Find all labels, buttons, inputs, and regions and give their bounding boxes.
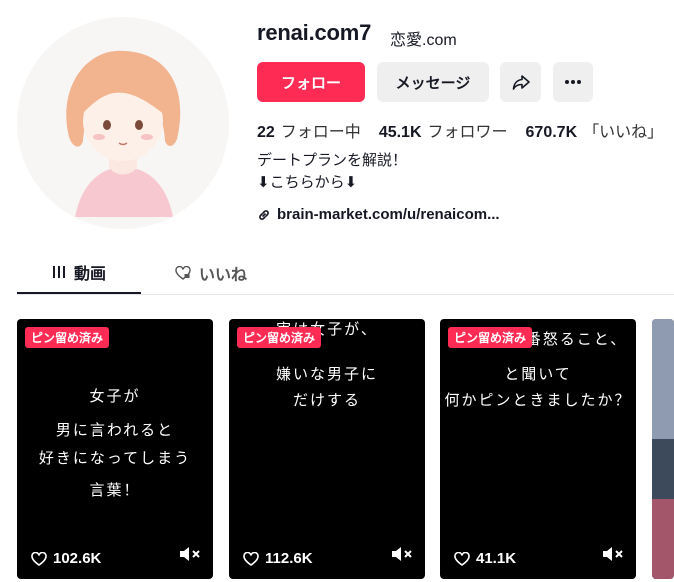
video-caption: 男に言われると: [55, 421, 175, 439]
more-options-button[interactable]: [553, 62, 593, 102]
mute-button[interactable]: [391, 546, 413, 567]
heart-icon: [31, 551, 47, 566]
tab-videos[interactable]: 動画: [17, 252, 141, 294]
heart-icon: [243, 551, 259, 566]
followers-count[interactable]: 45.1K フォロワー: [379, 118, 508, 142]
avatar[interactable]: [17, 17, 229, 229]
nickname: 恋愛.com: [390, 32, 457, 49]
video-likes: 112.6K: [243, 550, 313, 567]
video-caption: 言葉！: [89, 481, 141, 499]
heart-lock-icon: [175, 266, 191, 280]
video-card[interactable]: ピン留め済み 一番怒ること、 と聞いて 何かピンときましたか？ 41.1K: [440, 319, 636, 579]
video-card-partial[interactable]: [652, 319, 674, 579]
mute-button[interactable]: [179, 546, 201, 567]
share-icon: [512, 75, 530, 90]
bio: デートプランを解説！ ⬇こちらから⬇: [257, 150, 407, 194]
tab-likes[interactable]: いいね: [175, 252, 247, 294]
bio-line: ⬇こちらから⬇: [257, 174, 358, 191]
video-card[interactable]: ピン留め済み 女子が 男に言われると 好きになってしまう 言葉！ 102.6K: [17, 319, 213, 579]
muted-speaker-icon: [392, 547, 412, 561]
video-caption: 何かピンときましたか？: [444, 391, 632, 409]
video-card[interactable]: ピン留め済み 実は女子が、 嫌いな男子に だけする 112.6K: [229, 319, 425, 579]
more-dots-icon: [565, 80, 581, 84]
profile-stats: 22 フォロー中 45.1K フォロワー 670.7K 「いいね」: [257, 118, 663, 142]
video-likes: 41.1K: [454, 550, 516, 567]
username: renai.com7: [257, 20, 372, 45]
pinned-badge: ピン留め済み: [448, 327, 533, 348]
message-button[interactable]: メッセージ: [377, 62, 489, 102]
grid-icon: [52, 266, 65, 278]
heart-icon: [454, 551, 470, 566]
link-text: brain-market.com/u/renaicom...: [277, 206, 500, 223]
pinned-badge: ピン留め済み: [25, 327, 110, 348]
likes-count: 670.7K 「いいね」: [525, 124, 664, 141]
bio-line: デートプランを解説！: [257, 152, 408, 169]
following-count[interactable]: 22 フォロー中: [257, 118, 361, 142]
profile-tabs: 動画 いいね: [17, 252, 674, 295]
video-caption: だけする: [292, 391, 361, 409]
avatar-illustration: [17, 17, 229, 229]
video-caption: 女子が: [89, 387, 141, 405]
follow-button[interactable]: フォロー: [257, 62, 365, 102]
share-button[interactable]: [500, 62, 541, 102]
video-caption: 好きになってしまう: [38, 449, 192, 467]
link-icon: [259, 209, 269, 220]
muted-speaker-icon: [603, 547, 623, 561]
muted-speaker-icon: [180, 547, 200, 561]
mute-button[interactable]: [602, 546, 624, 567]
video-thumbnail: [652, 319, 674, 579]
profile-link[interactable]: brain-market.com/u/renaicom...: [257, 206, 500, 223]
video-likes: 102.6K: [31, 550, 101, 567]
pinned-badge: ピン留め済み: [237, 327, 322, 348]
